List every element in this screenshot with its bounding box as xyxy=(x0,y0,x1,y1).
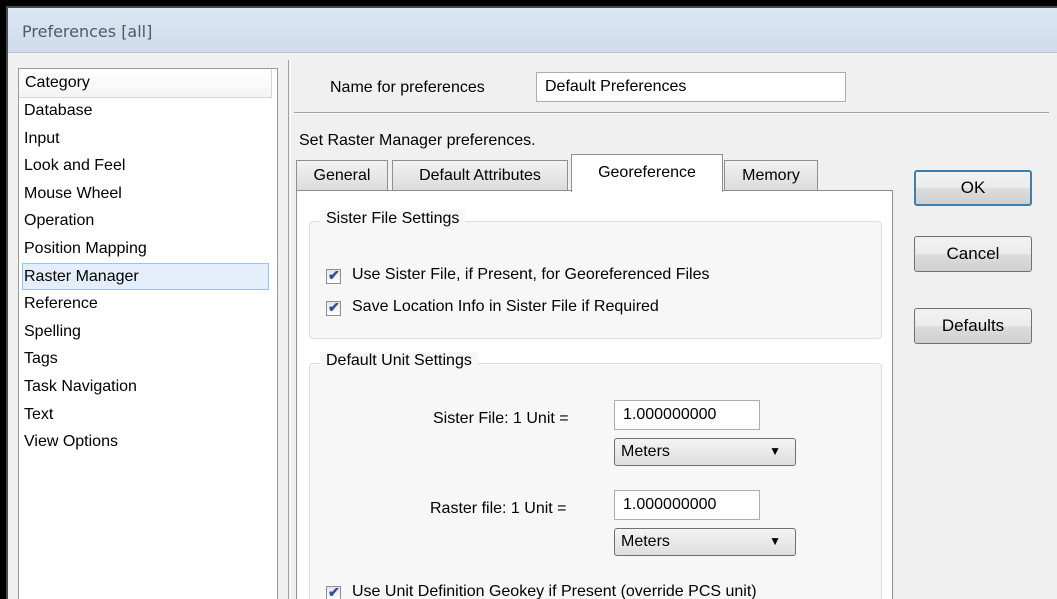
dropdown-arrow-icon: ▼ xyxy=(769,444,781,458)
sister-unit-label: Sister File: 1 Unit = xyxy=(433,410,569,427)
preferences-name-input[interactable] xyxy=(536,72,846,102)
default-unit-settings-title: Default Unit Settings xyxy=(320,352,478,370)
use-geokey-checkbox[interactable]: ✔ xyxy=(326,584,341,599)
window-title: Preferences [all] xyxy=(22,22,153,41)
sister-unit-input[interactable] xyxy=(614,400,760,430)
category-item-position-mapping[interactable]: Position Mapping xyxy=(19,235,269,263)
tab-memory[interactable]: Memory xyxy=(724,160,818,192)
defaults-button[interactable]: Defaults xyxy=(914,308,1032,344)
sister-unit-select[interactable]: Meters ▼ xyxy=(614,438,796,466)
sister-unit-value: Meters xyxy=(621,443,670,460)
sister-file-settings-title: Sister File Settings xyxy=(320,210,466,228)
category-item-look-and-feel[interactable]: Look and Feel xyxy=(19,152,269,180)
raster-unit-label: Raster file: 1 Unit = xyxy=(430,500,567,517)
section-label: Set Raster Manager preferences. xyxy=(299,132,536,149)
use-sister-file-label[interactable]: Use Sister File, if Present, for Georefe… xyxy=(352,266,709,284)
sister-file-settings-group: Sister File Settings ✔ Use Sister File, … xyxy=(309,210,882,339)
tab-general[interactable]: General xyxy=(296,160,388,192)
raster-unit-select[interactable]: Meters ▼ xyxy=(614,528,796,556)
category-item-spelling[interactable]: Spelling xyxy=(19,318,269,346)
dropdown-arrow-icon: ▼ xyxy=(769,534,781,548)
separator xyxy=(294,112,1049,114)
raster-unit-input[interactable] xyxy=(614,490,760,520)
cancel-button[interactable]: Cancel xyxy=(914,236,1032,272)
title-bar[interactable]: Preferences [all] xyxy=(8,8,1057,53)
category-item-reference[interactable]: Reference xyxy=(19,290,269,318)
preferences-window: Preferences [all] Category Database Inpu… xyxy=(6,6,1057,599)
check-icon: ✔ xyxy=(328,299,340,315)
category-item-text[interactable]: Text xyxy=(19,401,269,429)
category-item-mouse-wheel[interactable]: Mouse Wheel xyxy=(19,180,269,208)
category-item-input[interactable]: Input xyxy=(19,125,269,153)
category-item-operation[interactable]: Operation xyxy=(19,207,269,235)
category-item-database[interactable]: Database xyxy=(19,97,269,125)
tab-default-attributes[interactable]: Default Attributes xyxy=(392,160,568,192)
tab-georeference[interactable]: Georeference xyxy=(571,154,723,192)
category-item-raster-manager[interactable]: Raster Manager xyxy=(22,262,269,291)
save-location-label[interactable]: Save Location Info in Sister File if Req… xyxy=(352,298,659,316)
category-header-label: Category xyxy=(25,74,90,91)
save-location-checkbox[interactable]: ✔ xyxy=(326,299,341,316)
use-sister-file-checkbox[interactable]: ✔ xyxy=(326,267,341,284)
raster-unit-value: Meters xyxy=(621,533,670,550)
category-list[interactable]: Category Database Input Look and Feel Mo… xyxy=(18,68,278,599)
preferences-name-label: Name for preferences xyxy=(330,79,485,96)
georeference-panel: Sister File Settings ✔ Use Sister File, … xyxy=(296,190,893,599)
check-icon: ✔ xyxy=(328,267,340,283)
category-item-tags[interactable]: Tags xyxy=(19,345,269,373)
category-item-task-navigation[interactable]: Task Navigation xyxy=(19,373,269,401)
default-unit-settings-group: Default Unit Settings Sister File: 1 Uni… xyxy=(309,352,882,599)
category-items: Database Input Look and Feel Mouse Wheel… xyxy=(19,97,269,456)
splitter[interactable] xyxy=(288,60,291,599)
category-header[interactable]: Category xyxy=(19,69,272,98)
category-item-view-options[interactable]: View Options xyxy=(19,428,269,456)
ok-button[interactable]: OK xyxy=(914,170,1032,206)
